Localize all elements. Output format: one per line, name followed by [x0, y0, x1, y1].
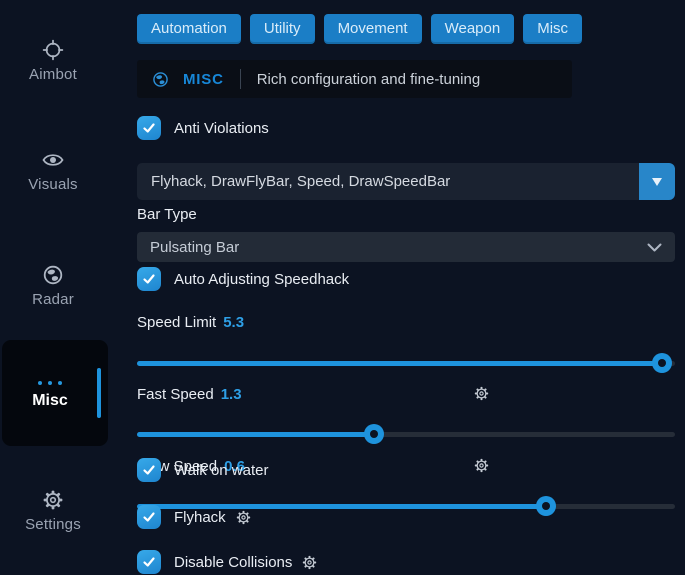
dropdown-value: Pulsating Bar	[150, 239, 647, 256]
sidebar-item-label: Aimbot	[29, 66, 77, 83]
gear-icon	[41, 488, 65, 512]
disable-collisions-checkbox[interactable]	[137, 550, 161, 574]
slider-label: Fast Speed	[137, 386, 214, 403]
check-icon	[142, 272, 156, 286]
active-indicator-bar	[97, 368, 101, 418]
slider-value: 5.3	[223, 314, 244, 331]
ellipsis-icon	[2, 372, 98, 390]
walk-on-water-checkbox[interactable]	[137, 458, 161, 482]
check-icon	[142, 510, 156, 524]
sidebar-item-label: Visuals	[28, 176, 77, 193]
speed-limit-label-row: Speed Limit 5.3	[137, 313, 675, 331]
sidebar-item-label: Radar	[32, 291, 74, 308]
chevron-down-icon	[647, 243, 662, 252]
slider-value: 1.3	[221, 386, 242, 403]
section-header: MISC Rich configuration and fine-tuning	[137, 60, 572, 98]
gear-icon[interactable]	[301, 554, 318, 571]
checkbox-label: Flyhack	[174, 509, 226, 526]
tab-movement[interactable]: Movement	[324, 14, 422, 44]
header-divider	[240, 69, 241, 89]
fast-speed-slider[interactable]	[137, 432, 675, 437]
walk-on-water-row: Walk on water	[137, 457, 675, 483]
bar-type-dropdown[interactable]: Pulsating Bar	[137, 232, 675, 262]
checkbox-label: Anti Violations	[174, 120, 269, 137]
speed-limit-slider[interactable]	[137, 361, 675, 366]
globe-icon	[151, 70, 170, 89]
sidebar: Aimbot Visuals Radar Misc Settings	[0, 0, 112, 563]
slider-knob[interactable]	[364, 424, 384, 444]
tab-weapon[interactable]: Weapon	[431, 14, 515, 44]
checkbox-label: Disable Collisions	[174, 554, 292, 571]
crosshair-icon	[41, 38, 65, 62]
slider-label: Speed Limit	[137, 314, 216, 331]
slider-knob[interactable]	[652, 353, 672, 373]
sidebar-item-settings[interactable]: Settings	[0, 488, 106, 534]
auto-adjusting-checkbox[interactable]	[137, 267, 161, 291]
flyhack-row: Flyhack	[137, 504, 675, 530]
sidebar-item-radar[interactable]: Radar	[0, 263, 106, 309]
bar-multiselect[interactable]: Flyhack, DrawFlyBar, Speed, DrawSpeedBar	[137, 163, 675, 200]
anti-violations-row: Anti Violations	[137, 115, 675, 141]
content-panel: Automation Utility Movement Weapon Misc …	[137, 0, 675, 563]
auto-adjusting-row: Auto Adjusting Speedhack	[137, 266, 675, 292]
slider-fill	[137, 361, 662, 366]
check-icon	[142, 555, 156, 569]
fast-speed-label-row: Fast Speed 1.3	[137, 385, 675, 403]
tab-automation[interactable]: Automation	[137, 14, 241, 44]
sidebar-item-aimbot[interactable]: Aimbot	[0, 38, 106, 84]
flyhack-checkbox[interactable]	[137, 505, 161, 529]
checkbox-label: Auto Adjusting Speedhack	[174, 271, 349, 288]
gear-icon[interactable]	[473, 385, 490, 402]
sidebar-item-label: Settings	[25, 516, 81, 533]
slider-fill	[137, 432, 374, 437]
section-subtitle: Rich configuration and fine-tuning	[257, 71, 480, 88]
section-title: MISC	[183, 71, 224, 88]
check-icon	[142, 463, 156, 477]
category-tabs: Automation Utility Movement Weapon Misc	[137, 14, 675, 44]
check-icon	[142, 121, 156, 135]
anti-violations-checkbox[interactable]	[137, 116, 161, 140]
sidebar-item-label: Misc	[2, 392, 98, 410]
sidebar-item-visuals[interactable]: Visuals	[0, 148, 106, 194]
tab-utility[interactable]: Utility	[250, 14, 315, 44]
eye-icon	[41, 148, 65, 172]
triangle-down-icon	[651, 177, 663, 187]
bar-type-label: Bar Type	[137, 206, 675, 223]
tab-misc[interactable]: Misc	[523, 14, 582, 44]
mod-menu-window: { "sidebar": { "items": [ {"label": "Aim…	[0, 0, 685, 563]
multiselect-value[interactable]: Flyhack, DrawFlyBar, Speed, DrawSpeedBar	[137, 163, 639, 200]
globe-icon	[41, 263, 65, 287]
multiselect-open-button[interactable]	[639, 163, 675, 200]
disable-collisions-row: Disable Collisions	[137, 549, 675, 575]
checkbox-label: Walk on water	[174, 462, 268, 479]
gear-icon[interactable]	[235, 509, 252, 526]
sidebar-item-misc-selected[interactable]: Misc	[2, 340, 108, 446]
